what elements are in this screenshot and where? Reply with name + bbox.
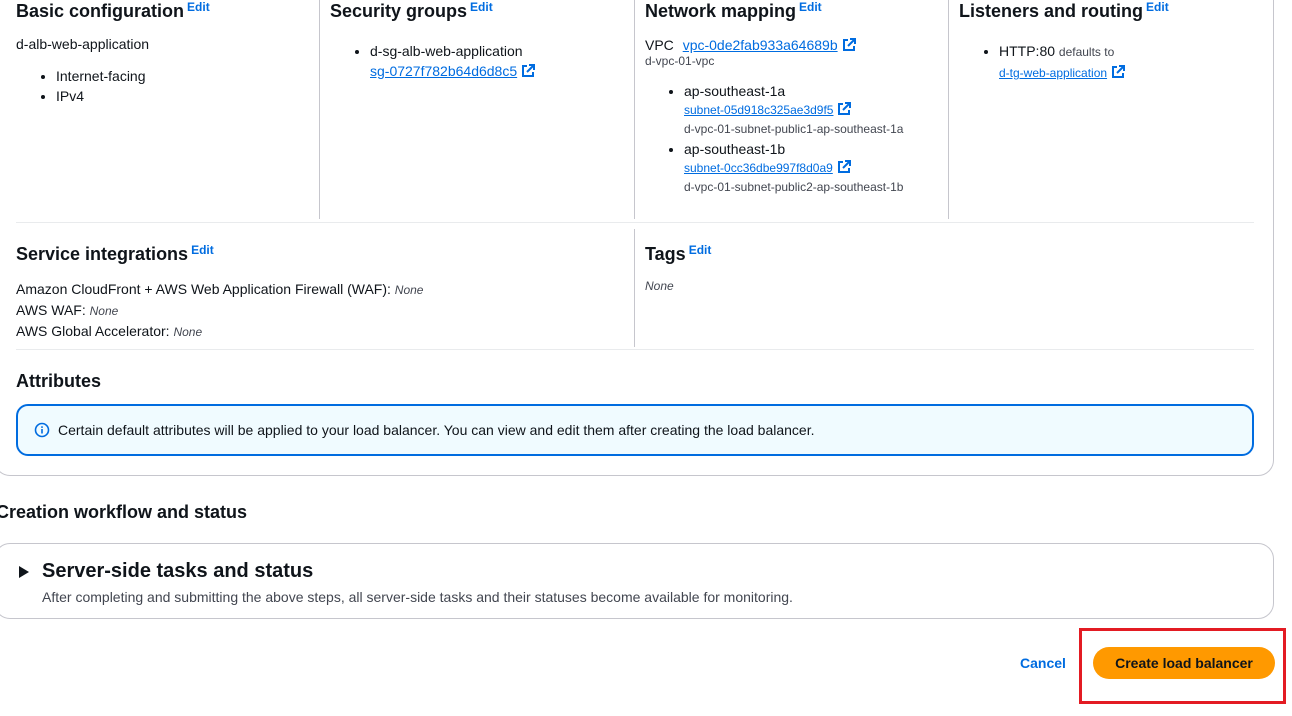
listener-protocol: HTTP:80 bbox=[999, 43, 1056, 59]
vpc-id-link[interactable]: vpc-0de2fab933a64689b bbox=[683, 37, 838, 53]
service-row: AWS Global Accelerator: None bbox=[16, 321, 423, 342]
network-mapping-edit-link[interactable]: Edit bbox=[799, 0, 822, 14]
server-side-tasks-description: After completing and submitting the abov… bbox=[42, 589, 793, 605]
attributes-title: Attributes bbox=[16, 371, 101, 391]
tags-section: Tags Edit None bbox=[645, 243, 711, 293]
row-divider bbox=[16, 222, 1254, 223]
availability-zone: ap-southeast-1b bbox=[684, 141, 786, 157]
server-side-tasks-panel: Server-side tasks and status After compl… bbox=[0, 543, 1274, 619]
column-divider bbox=[634, 0, 635, 219]
listeners-list: HTTP:80 defaults to d-tg-web-application bbox=[959, 41, 1169, 83]
vpc-label: VPC bbox=[645, 37, 674, 53]
subnet-name: d-vpc-01-subnet-public2-ap-southeast-1b bbox=[684, 180, 904, 194]
service-value: None bbox=[89, 304, 119, 318]
basic-configuration-title: Basic configuration bbox=[16, 1, 185, 21]
service-integrations-list: Amazon CloudFront + AWS Web Application … bbox=[16, 279, 423, 342]
column-divider bbox=[948, 0, 949, 219]
security-groups-section: Security groupsEdit d-sg-alb-web-applica… bbox=[330, 0, 536, 81]
listeners-routing-edit-link[interactable]: Edit bbox=[1146, 0, 1169, 14]
service-value: None bbox=[173, 325, 203, 339]
tags-edit-link[interactable]: Edit bbox=[689, 243, 712, 257]
network-mapping-title: Network mapping bbox=[645, 1, 797, 21]
service-integrations-edit-link[interactable]: Edit bbox=[191, 243, 214, 257]
scheme-item: Internet-facing bbox=[56, 66, 210, 86]
subnet-id-link[interactable]: subnet-0cc36dbe997f8d0a9 bbox=[684, 161, 833, 175]
column-divider bbox=[319, 0, 320, 219]
security-groups-list: d-sg-alb-web-application sg-0727f782b64d… bbox=[330, 41, 536, 81]
attributes-alert-text: Certain default attributes will be appli… bbox=[58, 422, 815, 438]
cancel-button[interactable]: Cancel bbox=[1010, 651, 1076, 675]
listener-item: HTTP:80 defaults to d-tg-web-application bbox=[999, 41, 1169, 83]
security-groups-edit-link[interactable]: Edit bbox=[470, 0, 493, 14]
subnet-id-link[interactable]: subnet-05d918c325ae3d9f5 bbox=[684, 103, 833, 117]
tags-title: Tags bbox=[645, 244, 686, 264]
target-group-link[interactable]: d-tg-web-application bbox=[999, 66, 1107, 80]
ip-type-item: IPv4 bbox=[56, 86, 210, 106]
row-divider bbox=[16, 349, 1254, 350]
subnet-item: ap-southeast-1b subnet-0cc36dbe997f8d0a9… bbox=[684, 140, 903, 196]
caret-right-icon[interactable] bbox=[19, 566, 29, 578]
service-label: AWS Global Accelerator: bbox=[16, 323, 170, 339]
service-label: Amazon CloudFront + AWS Web Application … bbox=[16, 281, 391, 297]
security-groups-title: Security groups bbox=[330, 1, 468, 21]
highlight-annotation-box bbox=[1079, 628, 1286, 704]
server-side-tasks-toggle[interactable]: Server-side tasks and status bbox=[42, 560, 313, 583]
load-balancer-name: d-alb-web-application bbox=[16, 36, 150, 52]
availability-zone: ap-southeast-1a bbox=[684, 83, 786, 99]
service-row: Amazon CloudFront + AWS Web Application … bbox=[16, 279, 423, 300]
vpc-name: d-vpc-01-vpc bbox=[645, 54, 715, 68]
vpc-row: VPC vpc-0de2fab933a64689b bbox=[645, 37, 903, 53]
defaults-to-label: defaults to bbox=[1058, 45, 1115, 59]
column-divider bbox=[634, 229, 635, 347]
basic-configuration-list: Internet-facing IPv4 bbox=[16, 66, 210, 106]
attributes-info-alert: Certain default attributes will be appli… bbox=[16, 404, 1254, 456]
info-icon bbox=[34, 422, 50, 438]
listeners-routing-title: Listeners and routing bbox=[959, 1, 1144, 21]
external-link-icon[interactable] bbox=[837, 160, 851, 174]
service-label: AWS WAF: bbox=[16, 302, 86, 318]
subnet-name: d-vpc-01-subnet-public1-ap-southeast-1a bbox=[684, 122, 904, 136]
security-group-name: d-sg-alb-web-application bbox=[370, 43, 523, 59]
creation-workflow-title: Creation workflow and status bbox=[0, 502, 248, 522]
service-integrations-section: Service integrations Edit Amazon CloudFro… bbox=[16, 243, 423, 342]
external-link-icon[interactable] bbox=[1111, 65, 1126, 79]
listeners-routing-section: Listeners and routingEdit HTTP:80 defaul… bbox=[959, 0, 1169, 83]
tags-value: None bbox=[645, 279, 674, 293]
basic-configuration-edit-link[interactable]: Edit bbox=[187, 0, 210, 14]
basic-configuration-section: Basic configuration Edit d-alb-web-applic… bbox=[16, 0, 210, 106]
security-group-id-link[interactable]: sg-0727f782b64d6d8c5 bbox=[370, 63, 517, 79]
external-link-icon[interactable] bbox=[837, 102, 852, 116]
service-integrations-title: Service integrations bbox=[16, 244, 189, 264]
subnet-item: ap-southeast-1a subnet-05d918c325ae3d9f5… bbox=[684, 82, 903, 138]
service-row: AWS WAF: None bbox=[16, 300, 423, 321]
service-value: None bbox=[394, 283, 424, 297]
security-group-item: d-sg-alb-web-application sg-0727f782b64d… bbox=[370, 41, 536, 81]
network-mapping-section: Network mapping Edit VPC vpc-0de2fab933a6… bbox=[645, 0, 903, 196]
external-link-icon[interactable] bbox=[521, 64, 536, 78]
external-link-icon[interactable] bbox=[842, 38, 856, 52]
subnet-list: ap-southeast-1a subnet-05d918c325ae3d9f5… bbox=[645, 82, 903, 196]
